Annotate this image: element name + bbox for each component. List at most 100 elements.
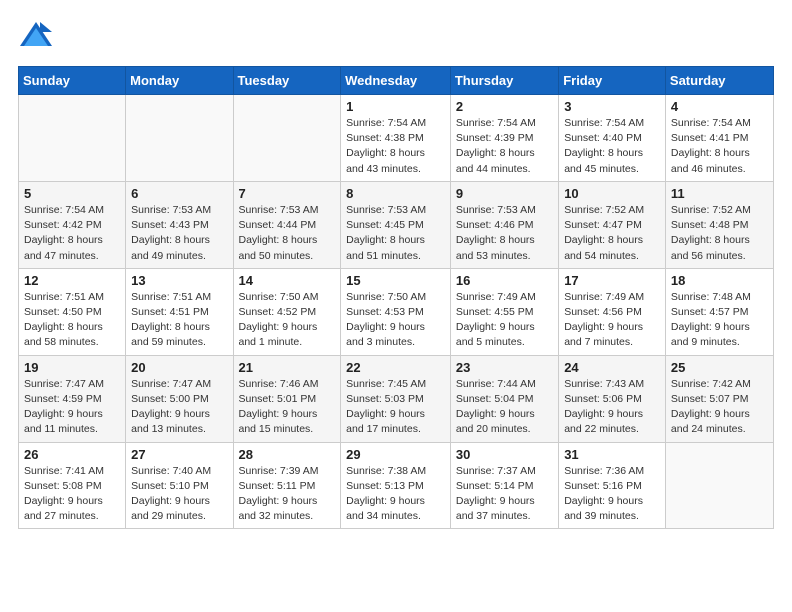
day-number: 10 — [564, 186, 660, 201]
calendar-cell: 28 Sunrise: 7:39 AM Sunset: 5:11 PM Dayli… — [233, 442, 341, 529]
calendar-cell — [665, 442, 773, 529]
day-number: 23 — [456, 360, 553, 375]
day-number: 29 — [346, 447, 445, 462]
day-number: 13 — [131, 273, 227, 288]
day-number: 31 — [564, 447, 660, 462]
day-info: Sunrise: 7:41 AM Sunset: 5:08 PM Dayligh… — [24, 464, 120, 525]
weekday-header-tuesday: Tuesday — [233, 67, 341, 95]
weekday-header-wednesday: Wednesday — [341, 67, 451, 95]
day-number: 20 — [131, 360, 227, 375]
day-info: Sunrise: 7:37 AM Sunset: 5:14 PM Dayligh… — [456, 464, 553, 525]
day-number: 27 — [131, 447, 227, 462]
day-info: Sunrise: 7:49 AM Sunset: 4:56 PM Dayligh… — [564, 290, 660, 351]
calendar-cell: 3Sunrise: 7:54 AM Sunset: 4:40 PM Daylig… — [559, 95, 666, 182]
day-number: 17 — [564, 273, 660, 288]
calendar-cell: 17 Sunrise: 7:49 AM Sunset: 4:56 PM Dayli… — [559, 268, 666, 355]
day-number: 2 — [456, 99, 553, 114]
header — [18, 18, 774, 54]
day-number: 28 — [239, 447, 336, 462]
day-info: Sunrise: 7:53 AM Sunset: 4:43 PM Dayligh… — [131, 203, 227, 264]
calendar-cell: 19 Sunrise: 7:47 AM Sunset: 4:59 PM Dayli… — [19, 355, 126, 442]
day-number: 19 — [24, 360, 120, 375]
day-info: Sunrise: 7:45 AM Sunset: 5:03 PM Dayligh… — [346, 377, 445, 438]
day-info: Sunrise: 7:50 AM Sunset: 4:52 PM Dayligh… — [239, 290, 336, 351]
weekday-header-saturday: Saturday — [665, 67, 773, 95]
week-row-5: 26Sunrise: 7:41 AM Sunset: 5:08 PM Dayli… — [19, 442, 774, 529]
day-info: Sunrise: 7:54 AM Sunset: 4:42 PM Dayligh… — [24, 203, 120, 264]
day-info: Sunrise: 7:51 AM Sunset: 4:50 PM Dayligh… — [24, 290, 120, 351]
weekday-header-thursday: Thursday — [450, 67, 558, 95]
day-info: Sunrise: 7:53 AM Sunset: 4:44 PM Dayligh… — [239, 203, 336, 264]
day-number: 22 — [346, 360, 445, 375]
day-number: 4 — [671, 99, 768, 114]
day-info: Sunrise: 7:43 AM Sunset: 5:06 PM Dayligh… — [564, 377, 660, 438]
day-number: 6 — [131, 186, 227, 201]
calendar-cell — [126, 95, 233, 182]
calendar-cell: 18Sunrise: 7:48 AM Sunset: 4:57 PM Dayli… — [665, 268, 773, 355]
day-info: Sunrise: 7:49 AM Sunset: 4:55 PM Dayligh… — [456, 290, 553, 351]
day-number: 21 — [239, 360, 336, 375]
day-info: Sunrise: 7:53 AM Sunset: 4:45 PM Dayligh… — [346, 203, 445, 264]
calendar-cell: 26Sunrise: 7:41 AM Sunset: 5:08 PM Dayli… — [19, 442, 126, 529]
calendar-cell: 5 Sunrise: 7:54 AM Sunset: 4:42 PM Daylig… — [19, 181, 126, 268]
day-info: Sunrise: 7:47 AM Sunset: 4:59 PM Dayligh… — [24, 377, 120, 438]
calendar-cell: 21Sunrise: 7:46 AM Sunset: 5:01 PM Dayli… — [233, 355, 341, 442]
logo — [18, 18, 58, 54]
weekday-header-sunday: Sunday — [19, 67, 126, 95]
calendar-cell: 22 Sunrise: 7:45 AM Sunset: 5:03 PM Dayli… — [341, 355, 451, 442]
calendar-cell: 14 Sunrise: 7:50 AM Sunset: 4:52 PM Dayli… — [233, 268, 341, 355]
calendar-cell: 6 Sunrise: 7:53 AM Sunset: 4:43 PM Daylig… — [126, 181, 233, 268]
day-info: Sunrise: 7:54 AM Sunset: 4:41 PM Dayligh… — [671, 116, 768, 177]
week-row-4: 19 Sunrise: 7:47 AM Sunset: 4:59 PM Dayli… — [19, 355, 774, 442]
day-info: Sunrise: 7:51 AM Sunset: 4:51 PM Dayligh… — [131, 290, 227, 351]
calendar-cell — [19, 95, 126, 182]
day-number: 1 — [346, 99, 445, 114]
calendar-cell: 20 Sunrise: 7:47 AM Sunset: 5:00 PM Dayli… — [126, 355, 233, 442]
day-info: Sunrise: 7:42 AM Sunset: 5:07 PM Dayligh… — [671, 377, 768, 438]
calendar-cell: 12Sunrise: 7:51 AM Sunset: 4:50 PM Dayli… — [19, 268, 126, 355]
day-info: Sunrise: 7:52 AM Sunset: 4:47 PM Dayligh… — [564, 203, 660, 264]
calendar-cell: 10 Sunrise: 7:52 AM Sunset: 4:47 PM Dayli… — [559, 181, 666, 268]
calendar-cell: 11 Sunrise: 7:52 AM Sunset: 4:48 PM Dayli… — [665, 181, 773, 268]
day-number: 11 — [671, 186, 768, 201]
day-number: 25 — [671, 360, 768, 375]
day-number: 14 — [239, 273, 336, 288]
calendar: SundayMondayTuesdayWednesdayThursdayFrid… — [18, 66, 774, 529]
calendar-cell: 25 Sunrise: 7:42 AM Sunset: 5:07 PM Dayli… — [665, 355, 773, 442]
page: SundayMondayTuesdayWednesdayThursdayFrid… — [0, 0, 792, 539]
day-number: 15 — [346, 273, 445, 288]
day-info: Sunrise: 7:52 AM Sunset: 4:48 PM Dayligh… — [671, 203, 768, 264]
calendar-cell: 4 Sunrise: 7:54 AM Sunset: 4:41 PM Daylig… — [665, 95, 773, 182]
calendar-cell: 24 Sunrise: 7:43 AM Sunset: 5:06 PM Dayli… — [559, 355, 666, 442]
day-number: 5 — [24, 186, 120, 201]
week-row-1: 1Sunrise: 7:54 AM Sunset: 4:38 PM Daylig… — [19, 95, 774, 182]
day-info: Sunrise: 7:39 AM Sunset: 5:11 PM Dayligh… — [239, 464, 336, 525]
calendar-cell — [233, 95, 341, 182]
week-row-3: 12Sunrise: 7:51 AM Sunset: 4:50 PM Dayli… — [19, 268, 774, 355]
calendar-cell: 2 Sunrise: 7:54 AM Sunset: 4:39 PM Daylig… — [450, 95, 558, 182]
calendar-cell: 13 Sunrise: 7:51 AM Sunset: 4:51 PM Dayli… — [126, 268, 233, 355]
day-info: Sunrise: 7:50 AM Sunset: 4:53 PM Dayligh… — [346, 290, 445, 351]
day-number: 24 — [564, 360, 660, 375]
day-number: 7 — [239, 186, 336, 201]
day-info: Sunrise: 7:53 AM Sunset: 4:46 PM Dayligh… — [456, 203, 553, 264]
calendar-cell: 8 Sunrise: 7:53 AM Sunset: 4:45 PM Daylig… — [341, 181, 451, 268]
day-info: Sunrise: 7:44 AM Sunset: 5:04 PM Dayligh… — [456, 377, 553, 438]
calendar-cell: 29Sunrise: 7:38 AM Sunset: 5:13 PM Dayli… — [341, 442, 451, 529]
day-info: Sunrise: 7:47 AM Sunset: 5:00 PM Dayligh… — [131, 377, 227, 438]
week-row-2: 5 Sunrise: 7:54 AM Sunset: 4:42 PM Daylig… — [19, 181, 774, 268]
weekday-header-friday: Friday — [559, 67, 666, 95]
calendar-cell: 23 Sunrise: 7:44 AM Sunset: 5:04 PM Dayli… — [450, 355, 558, 442]
logo-icon — [18, 18, 54, 54]
weekday-header-row: SundayMondayTuesdayWednesdayThursdayFrid… — [19, 67, 774, 95]
weekday-header-monday: Monday — [126, 67, 233, 95]
calendar-cell: 30Sunrise: 7:37 AM Sunset: 5:14 PM Dayli… — [450, 442, 558, 529]
day-info: Sunrise: 7:54 AM Sunset: 4:39 PM Dayligh… — [456, 116, 553, 177]
calendar-cell: 31 Sunrise: 7:36 AM Sunset: 5:16 PM Dayli… — [559, 442, 666, 529]
day-number: 8 — [346, 186, 445, 201]
day-number: 9 — [456, 186, 553, 201]
day-info: Sunrise: 7:36 AM Sunset: 5:16 PM Dayligh… — [564, 464, 660, 525]
day-number: 3 — [564, 99, 660, 114]
calendar-cell: 1Sunrise: 7:54 AM Sunset: 4:38 PM Daylig… — [341, 95, 451, 182]
day-info: Sunrise: 7:40 AM Sunset: 5:10 PM Dayligh… — [131, 464, 227, 525]
